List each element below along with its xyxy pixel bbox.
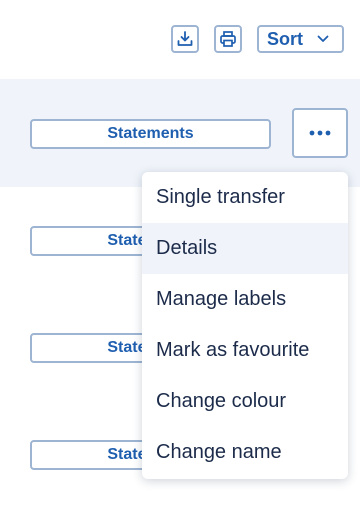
context-menu: Single transfer Details Manage labels Ma… <box>142 172 348 479</box>
menu-item-manage-labels[interactable]: Manage labels <box>142 274 348 325</box>
statements-button[interactable]: Statements <box>30 119 271 149</box>
download-button[interactable] <box>171 25 199 53</box>
menu-item-single-transfer[interactable]: Single transfer <box>142 172 348 223</box>
menu-item-change-colour[interactable]: Change colour <box>142 376 348 427</box>
more-horizontal-icon <box>309 130 331 136</box>
download-icon <box>177 31 193 46</box>
sort-button[interactable]: Sort <box>257 25 344 53</box>
menu-item-details[interactable]: Details <box>142 223 348 274</box>
more-options-button[interactable] <box>292 108 348 158</box>
print-button[interactable] <box>214 25 242 53</box>
print-icon <box>220 31 236 47</box>
sort-label: Sort <box>267 28 303 49</box>
menu-item-change-name[interactable]: Change name <box>142 427 348 478</box>
menu-item-mark-as-favourite[interactable]: Mark as favourite <box>142 325 348 376</box>
chevron-down-icon <box>317 35 329 42</box>
